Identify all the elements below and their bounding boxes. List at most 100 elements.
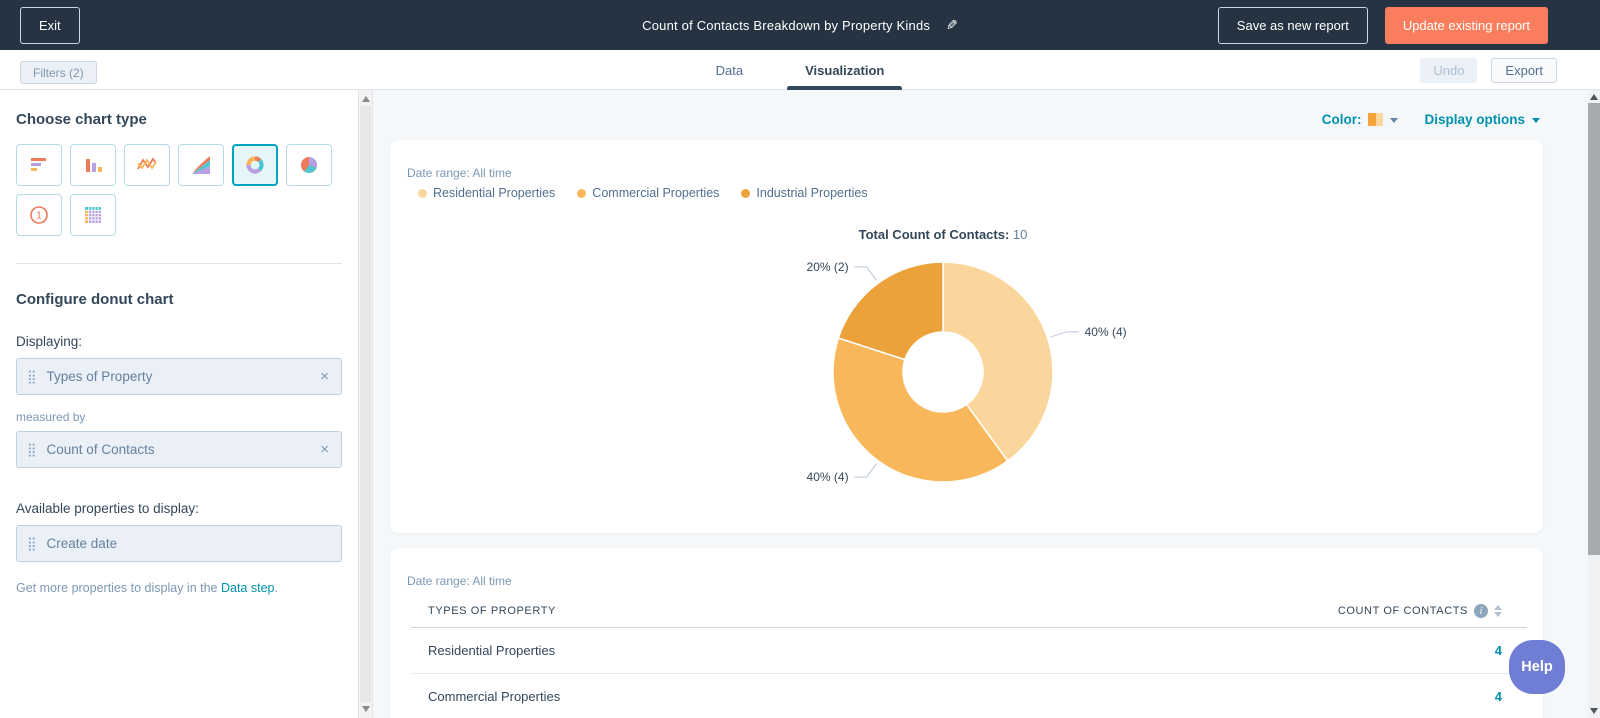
column-chart-icon [82, 154, 104, 176]
page-scrollbar[interactable] [1588, 90, 1600, 718]
data-table: TYPES OF PROPERTY COUNT OF CONTACTS i Re… [411, 595, 1527, 718]
scroll-down-arrow-icon[interactable] [362, 706, 370, 712]
available-property-value: Create date [47, 536, 331, 551]
chart-type-tiles: 1 [16, 144, 342, 236]
chart-type-summary[interactable]: 1 [16, 194, 62, 236]
display-options-dropdown[interactable]: Display options [1424, 112, 1540, 127]
tab-data-label: Data [716, 63, 743, 78]
drag-handle-icon[interactable]: ⣿ [27, 370, 37, 383]
help-button[interactable]: Help [1509, 640, 1565, 694]
viz-controls: Color: Display options [1322, 112, 1540, 127]
horizontal-bar-icon [28, 154, 50, 176]
table-row: Commercial Properties 4 [411, 674, 1527, 718]
data-step-link[interactable]: Data step [221, 581, 275, 595]
date-range-label: Date range: [407, 574, 470, 588]
scroll-down-arrow-icon[interactable] [1590, 708, 1598, 714]
svg-text:1: 1 [36, 211, 42, 222]
table-date-range: Date range: All time [407, 574, 512, 588]
displaying-label: Displaying: [16, 334, 342, 349]
drag-handle-icon[interactable]: ⣿ [27, 537, 37, 550]
update-existing-report-button[interactable]: Update existing report [1385, 7, 1548, 44]
date-range-value: All time [472, 574, 511, 588]
color-dropdown[interactable]: Color: [1322, 112, 1399, 127]
displaying-value: Types of Property [47, 369, 319, 384]
chart-type-area[interactable] [178, 144, 224, 186]
table-cell-count-link[interactable]: 4 [1495, 689, 1502, 704]
tab-visualization-label: Visualization [805, 63, 884, 78]
tabs: Data Visualization [0, 50, 1600, 90]
available-properties-label: Available properties to display: [16, 501, 342, 516]
table-row: Residential Properties 4 [411, 628, 1527, 674]
tab-visualization[interactable]: Visualization [789, 50, 900, 90]
area-chart-icon [190, 154, 212, 176]
info-icon[interactable]: i [1474, 604, 1488, 618]
scroll-up-arrow-icon[interactable] [1590, 94, 1598, 100]
footnote-suffix: . [274, 581, 277, 595]
table-rows: Residential Properties4Commercial Proper… [411, 628, 1527, 718]
chart-card: Date range: All time Residential Propert… [390, 140, 1543, 533]
summary-kpi-icon: 1 [28, 204, 50, 226]
drag-handle-icon[interactable]: ⣿ [27, 443, 37, 456]
chevron-down-icon [1532, 118, 1540, 123]
footnote: Get more properties to display in the Da… [16, 581, 342, 595]
topbar-actions: Save as new report Update existing repor… [1218, 0, 1548, 50]
toolbar-right: Undo Export [1420, 58, 1557, 83]
export-button[interactable]: Export [1491, 58, 1557, 83]
report-title: Count of Contacts Breakdown by Property … [642, 18, 930, 33]
choose-chart-type-heading: Choose chart type [16, 111, 342, 128]
page-scrollbar-thumb[interactable] [1588, 103, 1600, 555]
remove-measured-by-icon[interactable]: × [318, 441, 331, 458]
donut-chart: 40% (4) 40% (4) 20% (2) [390, 140, 1543, 533]
line-chart-icon [136, 154, 158, 176]
sort-icon[interactable] [1494, 605, 1502, 617]
table-grid-icon [82, 204, 104, 226]
chart-type-horizontal-bar[interactable] [16, 144, 62, 186]
table-cell-count-link[interactable]: 4 [1495, 643, 1502, 658]
donut-data-label: 20% (2) [807, 260, 849, 274]
chart-type-column[interactable] [70, 144, 116, 186]
measured-by-label: measured by [16, 410, 342, 424]
sidebar-scrollbar[interactable] [358, 90, 373, 718]
scroll-up-arrow-icon[interactable] [362, 96, 370, 102]
visualization-panel: Color: Display options Date range: All t… [373, 90, 1588, 718]
column-header-count-label: COUNT OF CONTACTS [1338, 605, 1468, 617]
displaying-field[interactable]: ⣿ Types of Property × [16, 358, 342, 395]
report-builder-page: Exit Count of Contacts Breakdown by Prop… [0, 0, 1600, 718]
color-label: Color: [1322, 112, 1362, 127]
chart-type-pie[interactable] [286, 144, 332, 186]
save-as-new-report-button[interactable]: Save as new report [1218, 7, 1368, 44]
chart-type-line[interactable] [124, 144, 170, 186]
sidebar-divider [16, 263, 342, 264]
sidebar-scrollbar-thumb[interactable] [360, 106, 371, 702]
label-leader-line [855, 463, 877, 477]
donut-data-label: 40% (4) [1085, 325, 1127, 339]
undo-button[interactable]: Undo [1420, 58, 1477, 83]
available-property-field[interactable]: ⣿ Create date [16, 525, 342, 562]
column-header-count[interactable]: COUNT OF CONTACTS i [1338, 604, 1502, 618]
table-cell-type: Commercial Properties [428, 689, 560, 704]
chevron-down-icon [1390, 118, 1398, 123]
exit-button[interactable]: Exit [20, 7, 80, 44]
label-leader-line [1050, 332, 1078, 337]
chart-type-donut[interactable] [232, 144, 278, 186]
label-leader-line [855, 267, 877, 281]
toolbar: Filters (2) Data Visualization Undo Expo… [0, 50, 1600, 90]
table-cell-type: Residential Properties [428, 643, 555, 658]
color-swatch-icon [1368, 113, 1383, 126]
remove-displaying-icon[interactable]: × [318, 368, 331, 385]
pie-chart-icon [298, 154, 320, 176]
display-options-label: Display options [1424, 112, 1525, 127]
footnote-text: Get more properties to display in the [16, 581, 221, 595]
donut-chart-icon [244, 154, 266, 176]
measured-by-field[interactable]: ⣿ Count of Contacts × [16, 431, 342, 468]
table-card: Date range: All time TYPES OF PROPERTY C… [390, 548, 1543, 718]
column-header-types: TYPES OF PROPERTY [428, 605, 556, 617]
configure-donut-heading: Configure donut chart [16, 291, 342, 308]
donut-data-label: 40% (4) [807, 470, 849, 484]
measured-by-value: Count of Contacts [47, 442, 319, 457]
tab-data[interactable]: Data [700, 50, 759, 90]
edit-title-pencil-icon[interactable]: ✎ [946, 17, 958, 34]
topbar: Exit Count of Contacts Breakdown by Prop… [0, 0, 1600, 50]
chart-type-table[interactable] [70, 194, 116, 236]
sidebar: Choose chart type [0, 90, 358, 718]
